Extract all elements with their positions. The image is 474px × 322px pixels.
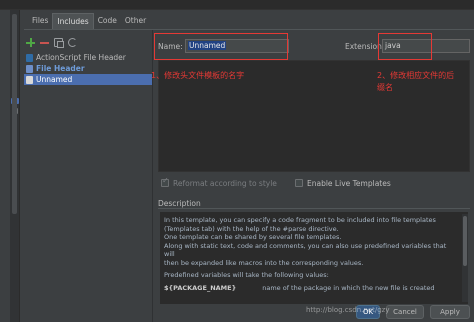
apply-button[interactable]: Apply [430,305,470,319]
description-text: Predefined variables will take the follo… [164,271,329,279]
list-item-label: File Header [36,64,85,73]
file-header-icon [26,64,33,73]
description-text: (Templates tab) with the help of the #pa… [164,224,339,233]
annotation-note-name: 1、修改头文件模板的名字 [151,71,245,80]
watermark: http://blog.csdn.net/gzy [306,306,390,314]
description-divider [158,208,470,209]
list-item-actionscript-file-header[interactable]: ActionScript File Header [24,52,152,63]
tab-code[interactable]: Code [94,13,121,29]
template-toolbar [26,38,77,48]
live-templates-label: Enable Live Templates [307,179,391,188]
description-text: In this template, you can specify a code… [164,216,436,224]
description-text: One template can be shared by several fi… [164,233,342,241]
live-templates-checkbox[interactable] [295,179,303,187]
description-title: Description [158,199,201,208]
description-scrollbar-thumb[interactable] [463,216,467,266]
tab-other[interactable]: Other [121,13,150,29]
description-panel: In this template, you can specify a code… [160,212,468,304]
tab-files[interactable]: Files [28,13,52,29]
cancel-button[interactable]: Cancel [386,305,424,319]
window-title-strip [0,0,474,10]
annotation-extension-box [378,33,432,60]
side-rail-scrollbar[interactable] [12,14,17,214]
file-icon [26,75,33,84]
copy-icon[interactable] [54,38,64,48]
check-icon: ✓ [162,176,169,185]
description-text: Along with static text, code and comment… [164,241,447,259]
variable-description: name of the package in which the new fil… [262,283,435,292]
template-list: ActionScript File Header File Header Unn… [24,50,152,322]
variable-name: ${PACKAGE_NAME} [164,283,237,292]
template-tabs: Files Includes Code Other [28,13,150,29]
list-item-file-header[interactable]: File Header [24,63,152,74]
list-item-label: ActionScript File Header [36,53,126,62]
list-item-unnamed[interactable]: Unnamed [24,74,152,85]
description-text: then be expanded like macros into the co… [164,258,364,267]
left-gutter [0,10,10,322]
remove-icon[interactable] [40,38,49,47]
actionscript-file-icon [26,53,33,62]
tabs-divider [24,29,474,30]
reset-icon[interactable] [68,38,77,47]
annotation-note-extension-line1: 2、修改相应文件的后 [377,71,455,80]
add-icon[interactable] [26,38,35,47]
annotation-name-box [154,33,288,60]
tab-includes[interactable]: Includes [52,13,94,29]
annotation-note-extension-line2: 缀名 [377,83,393,92]
reformat-label: Reformat according to style [173,179,277,188]
list-item-label: Unnamed [36,75,73,84]
variable-row: ${PACKAGE_NAME} name of the package in w… [164,284,456,293]
